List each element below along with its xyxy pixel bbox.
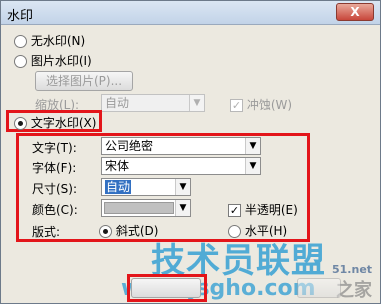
- semitransparent-option[interactable]: ✓ 半透明(E): [228, 201, 298, 218]
- no-watermark-radio[interactable]: [14, 35, 27, 48]
- select-picture-button[interactable]: 选择图片(P)...: [35, 71, 133, 91]
- text-watermark-radio[interactable]: [14, 117, 27, 130]
- chevron-down-icon[interactable]: ▼: [245, 138, 260, 154]
- scale-combo[interactable]: 自动 ▼: [101, 94, 205, 112]
- ok-button-highlight: [127, 274, 207, 302]
- color-swatch: [104, 202, 174, 214]
- washout-option[interactable]: ✓ 冲蚀(W): [230, 96, 292, 113]
- picture-watermark-option[interactable]: 图片水印(I): [14, 52, 92, 69]
- font-value: 宋体: [105, 159, 130, 173]
- no-watermark-option[interactable]: 无水印(N): [14, 32, 85, 49]
- chevron-down-icon[interactable]: ▼: [245, 158, 260, 174]
- diagonal-radio[interactable]: [99, 225, 112, 238]
- washout-checkbox[interactable]: ✓: [230, 99, 243, 112]
- picture-watermark-radio[interactable]: [14, 55, 27, 68]
- watermark-dialog: 水印 X 无水印(N) 图片水印(I) 选择图片(P)... 缩放(L): 自动…: [0, 0, 381, 304]
- dialog-title: 水印: [7, 9, 34, 24]
- text-watermark-option[interactable]: 文字水印(X): [14, 114, 96, 131]
- chevron-down-icon[interactable]: ▼: [175, 200, 190, 216]
- no-watermark-label: 无水印(N): [30, 34, 86, 48]
- diagonal-option[interactable]: 斜式(D): [99, 222, 158, 239]
- overlay-side: 51.net: [332, 263, 373, 276]
- overlay-corner: 之家: [336, 280, 372, 301]
- layout-label: 版式:: [32, 225, 61, 239]
- text-combo[interactable]: 公司绝密 ▼: [101, 137, 261, 155]
- scale-value: 自动: [105, 96, 130, 110]
- close-button[interactable]: X: [336, 3, 374, 21]
- text-field-label: 文字(T):: [32, 141, 77, 155]
- chevron-down-icon[interactable]: ▼: [175, 179, 190, 195]
- size-combo[interactable]: 自动 ▼: [101, 178, 191, 196]
- text-value: 公司绝密: [105, 139, 154, 153]
- semitransparent-label: 半透明(E): [244, 203, 298, 217]
- text-watermark-label: 文字水印(X): [30, 116, 97, 130]
- chevron-down-icon[interactable]: ▼: [189, 95, 204, 111]
- semitransparent-checkbox[interactable]: ✓: [228, 204, 241, 217]
- color-combo[interactable]: ▼: [101, 199, 191, 217]
- size-value: 自动: [105, 180, 132, 194]
- title-bar: 水印 X: [1, 1, 380, 25]
- font-combo[interactable]: 宋体 ▼: [101, 157, 261, 175]
- color-label: 颜色(C):: [32, 203, 78, 217]
- size-label: 尺寸(S):: [32, 182, 78, 196]
- cancel-button[interactable]: [297, 278, 341, 298]
- picture-watermark-label: 图片水印(I): [30, 54, 92, 68]
- washout-label: 冲蚀(W): [246, 98, 293, 112]
- font-label: 字体(F):: [32, 161, 77, 175]
